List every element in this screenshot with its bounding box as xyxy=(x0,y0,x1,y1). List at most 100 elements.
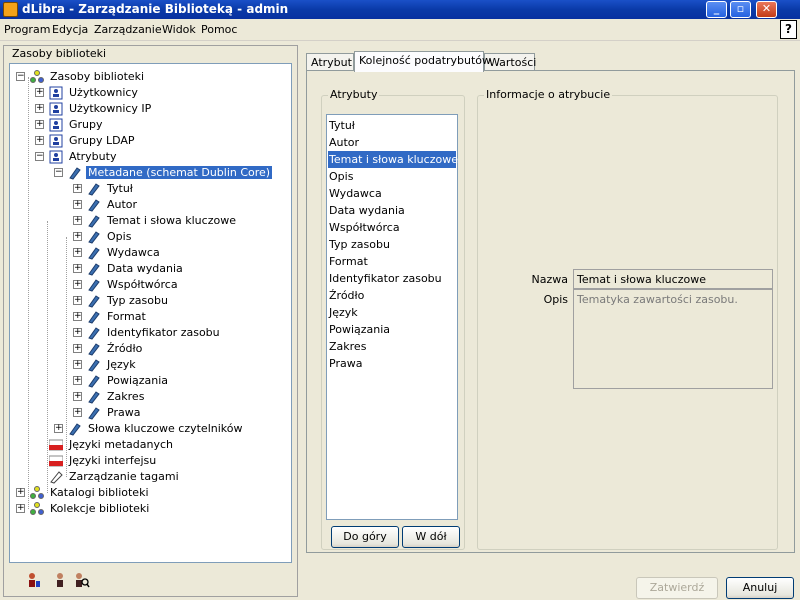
close-button[interactable]: ✕ xyxy=(756,1,777,18)
user-red-icon[interactable] xyxy=(26,572,42,590)
expand-icon[interactable]: + xyxy=(73,408,82,417)
tab-wartosci[interactable]: Wartości xyxy=(484,53,536,71)
expand-icon[interactable]: + xyxy=(73,184,82,193)
expand-icon[interactable]: + xyxy=(73,296,82,305)
catalog-icon xyxy=(30,486,44,500)
collapse-icon[interactable]: − xyxy=(16,72,25,81)
list-item[interactable]: Temat i słowa kluczowe xyxy=(328,151,458,168)
tree-item[interactable]: + Zakres xyxy=(73,389,333,405)
tree-item[interactable]: + Powiązania xyxy=(73,373,333,389)
list-item[interactable]: Autor xyxy=(328,134,456,151)
tree-item-label: Powiązania xyxy=(107,374,169,387)
expand-icon[interactable]: + xyxy=(16,488,25,497)
menu-zarzadzanie[interactable]: Zarządzanie xyxy=(94,23,162,36)
tree-item[interactable]: + Kolekcje biblioteki xyxy=(16,501,276,517)
expand-icon[interactable]: + xyxy=(35,120,44,129)
expand-icon[interactable]: + xyxy=(54,424,63,433)
attribute-icon xyxy=(87,246,101,260)
tree-item[interactable]: + Typ zasobu xyxy=(73,293,333,309)
tree-item[interactable]: + Grupy LDAP xyxy=(35,133,295,149)
list-item[interactable]: Opis xyxy=(328,168,456,185)
tree-item[interactable]: + Format xyxy=(73,309,333,325)
resource-tree[interactable]: − Zasoby biblioteki + Użytkownicy + Użytkowni… xyxy=(9,63,292,563)
expand-icon[interactable]: + xyxy=(73,248,82,257)
user-search-icon[interactable] xyxy=(74,572,90,590)
tree-item[interactable]: Zarządzanie tagami xyxy=(35,469,295,485)
tree-item[interactable]: + Słowa kluczowe czytelników xyxy=(54,421,314,437)
move-down-button[interactable]: W dół xyxy=(402,526,460,548)
expand-icon[interactable]: + xyxy=(73,216,82,225)
tree-item[interactable]: + Użytkownicy xyxy=(35,85,295,101)
tree-item[interactable]: + Użytkownicy IP xyxy=(35,101,295,117)
tree-item-label: Zarządzanie tagami xyxy=(69,470,179,483)
tree-item-label: Identyfikator zasobu xyxy=(107,326,220,339)
collapse-icon[interactable]: − xyxy=(54,168,63,177)
list-item[interactable]: Data wydania xyxy=(328,202,456,219)
expand-icon[interactable]: + xyxy=(35,88,44,97)
list-item[interactable]: Prawa xyxy=(328,355,456,372)
tree-item[interactable]: − Atrybuty xyxy=(35,149,295,165)
menu-edycja[interactable]: Edycja xyxy=(52,23,88,36)
list-item[interactable]: Powiązania xyxy=(328,321,456,338)
minimize-button[interactable]: _ xyxy=(706,1,727,18)
tab-kolejnosc-podatrybutow[interactable]: Kolejność podatrybutów xyxy=(354,51,491,72)
expand-icon[interactable]: + xyxy=(73,344,82,353)
expand-icon[interactable]: + xyxy=(35,136,44,145)
tree-item[interactable]: + Grupy xyxy=(35,117,295,133)
tree-item[interactable]: + Źródło xyxy=(73,341,333,357)
tree-item[interactable]: + Data wydania xyxy=(73,261,333,277)
list-item[interactable]: Format xyxy=(328,253,456,270)
list-item[interactable]: Współtwórca xyxy=(328,219,456,236)
tree-item[interactable]: − Zasoby biblioteki xyxy=(16,69,276,85)
menu-widok[interactable]: Widok xyxy=(162,23,196,36)
tree-item-label: Słowa kluczowe czytelników xyxy=(88,422,243,435)
expand-icon[interactable]: + xyxy=(16,504,25,513)
tree-item[interactable]: Języki metadanych xyxy=(35,437,295,453)
tab-atrybut[interactable]: Atrybut xyxy=(306,53,354,71)
tree-item[interactable]: + Wydawca xyxy=(73,245,333,261)
collapse-icon[interactable]: − xyxy=(35,152,44,161)
expand-icon[interactable]: + xyxy=(73,264,82,273)
help-icon[interactable]: ? xyxy=(780,20,797,39)
attribute-icon xyxy=(87,230,101,244)
expand-icon[interactable]: + xyxy=(73,328,82,337)
tree-item-label: Źródło xyxy=(107,342,143,355)
list-item[interactable]: Język xyxy=(328,304,456,321)
tree-item[interactable]: + Tytuł xyxy=(73,181,333,197)
list-item[interactable]: Zakres xyxy=(328,338,456,355)
expand-icon[interactable]: + xyxy=(73,200,82,209)
move-up-button[interactable]: Do góry xyxy=(331,526,399,548)
tree-item-label: Prawa xyxy=(107,406,141,419)
list-item[interactable]: Identyfikator zasobu xyxy=(328,270,456,287)
expand-icon[interactable]: + xyxy=(73,360,82,369)
menu-pomoc[interactable]: Pomoc xyxy=(201,23,237,36)
tree-item[interactable]: + Identyfikator zasobu xyxy=(73,325,333,341)
list-item[interactable]: Wydawca xyxy=(328,185,456,202)
tree-item[interactable]: Języki interfejsu xyxy=(35,453,295,469)
attributes-list[interactable]: Tytuł Autor Temat i słowa kluczowe Opis Wyda… xyxy=(326,114,458,520)
user-icon[interactable] xyxy=(52,572,68,590)
menu-program[interactable]: Program xyxy=(4,23,50,36)
tree-item[interactable]: + Temat i słowa kluczowe xyxy=(73,213,333,229)
confirm-button[interactable]: Zatwierdź xyxy=(636,577,718,599)
expand-icon[interactable]: + xyxy=(73,312,82,321)
expand-icon[interactable]: + xyxy=(73,376,82,385)
expand-icon[interactable]: + xyxy=(73,392,82,401)
expand-icon[interactable]: + xyxy=(73,280,82,289)
maximize-button[interactable]: ▫ xyxy=(730,1,751,18)
tree-item[interactable]: + Język xyxy=(73,357,333,373)
tree-item[interactable]: + Opis xyxy=(73,229,333,245)
expand-icon[interactable]: + xyxy=(73,232,82,241)
list-item[interactable]: Tytuł xyxy=(328,117,456,134)
expand-icon[interactable]: + xyxy=(35,104,44,113)
tree-item[interactable]: + Autor xyxy=(73,197,333,213)
tree-item[interactable]: + Współtwórca xyxy=(73,277,333,293)
list-item[interactable]: Źródło xyxy=(328,287,456,304)
tree-item-label: Współtwórca xyxy=(107,278,178,291)
tree-item-label: Użytkownicy xyxy=(69,86,138,99)
list-item[interactable]: Typ zasobu xyxy=(328,236,456,253)
tree-item[interactable]: + Katalogi biblioteki xyxy=(16,485,276,501)
tree-item[interactable]: − Metadane (schemat Dublin Core) xyxy=(54,165,314,181)
tree-item[interactable]: + Prawa xyxy=(73,405,333,421)
cancel-button[interactable]: Anuluj xyxy=(726,577,794,599)
